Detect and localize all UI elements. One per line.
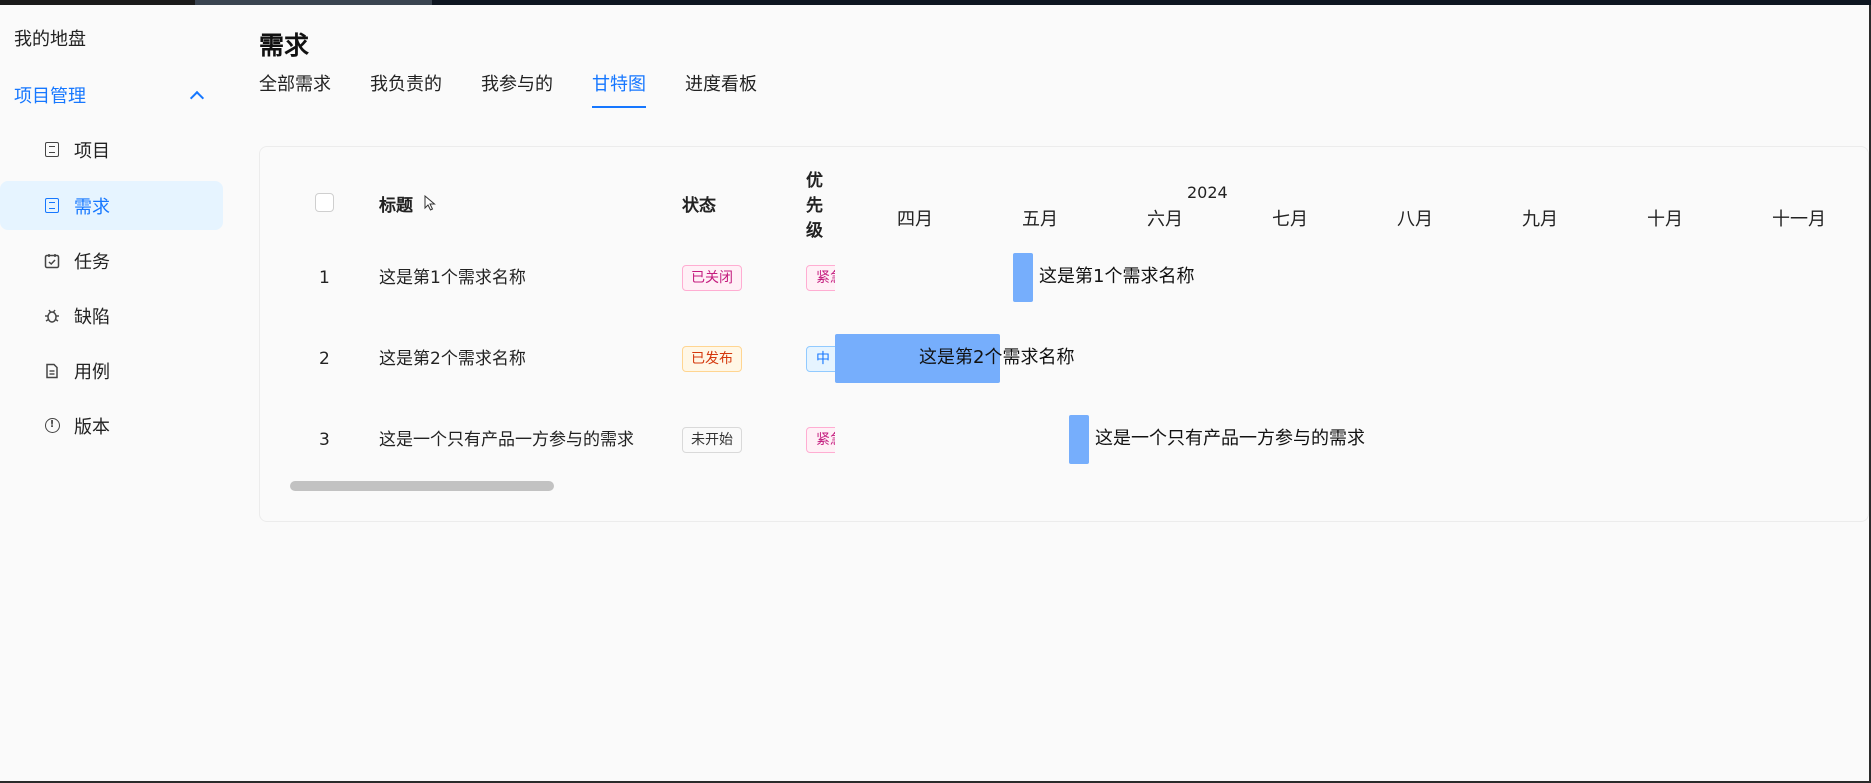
sidebar-item-test-cases[interactable]: 用例 [0, 346, 223, 395]
priority-badge: 紧急 [806, 427, 835, 453]
gantt-month-label: 八月 [1397, 209, 1433, 230]
sidebar-item-projects[interactable]: 项目 [0, 125, 223, 174]
row-number: 3 [319, 430, 330, 450]
gantt-bar-label: 这是第2个需求名称 [919, 347, 1075, 368]
tab-bar: 全部需求 我负责的 我参与的 甘特图 进度看板 [259, 72, 796, 110]
sidebar-item-label: 项目 [74, 140, 110, 162]
window-top-bar [0, 0, 1871, 5]
tab-all-requirements[interactable]: 全部需求 [259, 72, 331, 110]
sidebar-workspace-link[interactable]: 我的地盘 [14, 25, 86, 51]
document-icon [44, 363, 60, 379]
horizontal-scrollbar[interactable] [290, 481, 554, 491]
task-icon [44, 253, 60, 269]
gantt-month-label: 七月 [1272, 209, 1308, 230]
sidebar-item-tasks[interactable]: 任务 [0, 236, 223, 285]
gantt-bar[interactable] [1013, 253, 1033, 302]
top-bar-segment [195, 0, 432, 5]
requirements-table: 标题 状态 优先级 1 这是第1个需求名称 已关闭 紧急 2 这是第2个需求名称… [260, 147, 835, 521]
sidebar-item-versions[interactable]: ! 版本 [0, 401, 223, 450]
sidebar-item-bugs[interactable]: 缺陷 [0, 291, 223, 340]
priority-badge: 中 [806, 346, 835, 372]
status-badge: 已关闭 [682, 265, 742, 291]
gantt-card: 标题 状态 优先级 1 这是第1个需求名称 已关闭 紧急 2 这是第2个需求名称… [259, 146, 1869, 522]
column-header-status[interactable]: 状态 [682, 183, 716, 223]
gantt-month-label: 五月 [1022, 209, 1058, 230]
gantt-chart: 2024 四月 五月 六月 七月 八月 九月 十月 十一月 这是第1个需求名称 … [835, 147, 1868, 521]
tab-my-participated[interactable]: 我参与的 [481, 72, 553, 110]
row-number: 1 [319, 268, 330, 288]
sidebar-item-label: 需求 [74, 196, 110, 218]
gantt-month-label: 九月 [1522, 209, 1558, 230]
priority-badge: 紧急 [806, 265, 835, 291]
gantt-month-label: 六月 [1147, 209, 1183, 230]
page-title: 需求 [259, 31, 310, 60]
status-badge: 已发布 [682, 346, 742, 372]
select-all-checkbox[interactable] [315, 193, 334, 212]
column-header-title[interactable]: 标题 [379, 183, 413, 223]
table-row[interactable]: 3 这是一个只有产品一方参与的需求 未开始 紧急 [260, 420, 835, 460]
mouse-cursor-icon [424, 195, 436, 211]
gantt-month-label: 十一月 [1772, 209, 1826, 230]
sidebar-item-label: 任务 [74, 251, 110, 273]
row-title[interactable]: 这是第2个需求名称 [379, 339, 526, 379]
requirement-icon [44, 198, 60, 214]
sidebar-group-project-management[interactable]: 项目管理 [14, 80, 210, 110]
sidebar-item-label: 用例 [74, 361, 110, 383]
chevron-up-icon [189, 90, 205, 106]
table-row[interactable]: 1 这是第1个需求名称 已关闭 紧急 [260, 258, 835, 298]
sidebar: 我的地盘 项目管理 项目 需求 任务 缺陷 用例 ! 版本 [0, 5, 224, 781]
sidebar-group-label: 项目管理 [14, 86, 86, 107]
list-icon [44, 142, 60, 158]
bug-icon [44, 308, 60, 324]
sidebar-item-label: 缺陷 [74, 306, 110, 328]
gantt-month-label: 四月 [897, 209, 933, 230]
gantt-bar[interactable] [1069, 415, 1089, 464]
tab-gantt[interactable]: 甘特图 [592, 72, 646, 110]
gantt-bar-label: 这是一个只有产品一方参与的需求 [1095, 428, 1365, 449]
info-icon: ! [44, 418, 60, 434]
row-number: 2 [319, 349, 330, 369]
gantt-bar-label: 这是第1个需求名称 [1039, 266, 1195, 287]
column-header-priority[interactable]: 优先级 [806, 171, 835, 241]
table-row[interactable]: 2 这是第2个需求名称 已发布 中 [260, 339, 835, 379]
sidebar-item-requirements[interactable]: 需求 [0, 181, 223, 230]
tab-my-responsible[interactable]: 我负责的 [370, 72, 442, 110]
row-title[interactable]: 这是一个只有产品一方参与的需求 [379, 420, 634, 460]
gantt-year-label: 2024 [1187, 183, 1228, 202]
tab-progress-board[interactable]: 进度看板 [685, 72, 757, 110]
gantt-month-label: 十月 [1647, 209, 1683, 230]
sidebar-item-label: 版本 [74, 416, 110, 438]
status-badge: 未开始 [682, 427, 742, 453]
row-title[interactable]: 这是第1个需求名称 [379, 258, 526, 298]
